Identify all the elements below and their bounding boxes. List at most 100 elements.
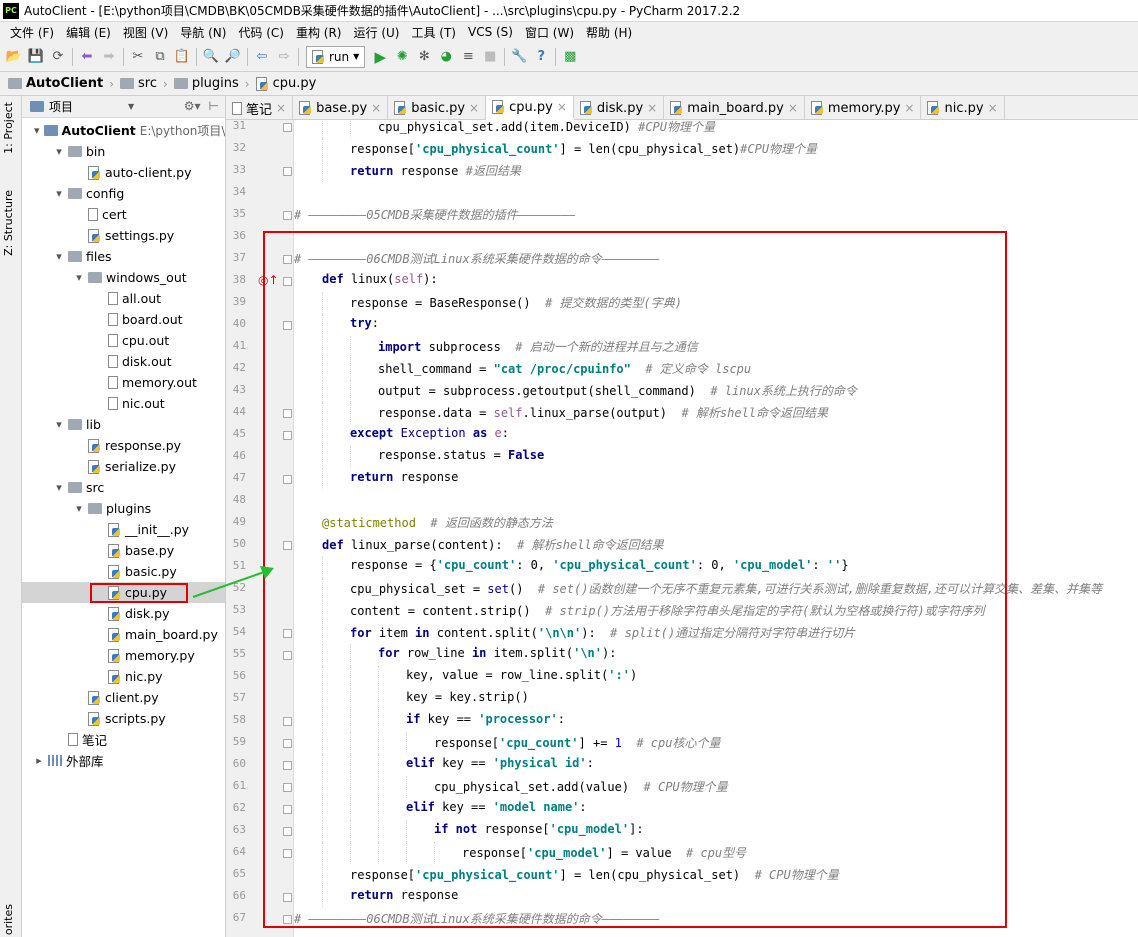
- fold-marker-icon[interactable]: [283, 409, 292, 418]
- editor-tab[interactable]: 笔记 ×: [226, 96, 294, 120]
- tree-item[interactable]: 笔记: [22, 729, 225, 750]
- tree-item[interactable]: ▾ AutoClient E:\python项目\C: [22, 120, 225, 141]
- tree-item[interactable]: ▾ windows_out: [22, 267, 225, 288]
- plugin-icon[interactable]: ▩: [559, 46, 581, 68]
- menu-item[interactable]: 窗口 (W): [519, 24, 580, 41]
- save-icon[interactable]: 💾: [25, 46, 47, 68]
- tree-item[interactable]: cpu.out: [22, 330, 225, 351]
- fold-marker-icon[interactable]: [283, 431, 292, 440]
- chevron-down-icon[interactable]: ▾: [54, 187, 64, 200]
- tree-item[interactable]: ▾ lib: [22, 414, 225, 435]
- menu-item[interactable]: VCS (S): [462, 25, 519, 39]
- chevron-down-icon[interactable]: ▾: [74, 502, 84, 515]
- forward-icon[interactable]: ⇨: [273, 46, 295, 68]
- breadcrumb-item-autoclient[interactable]: AutoClient: [8, 76, 109, 91]
- fold-marker-icon[interactable]: [283, 255, 292, 264]
- gear-icon[interactable]: ⚙▾: [184, 99, 201, 113]
- tree-item[interactable]: nic.py: [22, 666, 225, 687]
- menu-item[interactable]: 导航 (N): [174, 24, 232, 41]
- breadcrumb-item-cpu[interactable]: cpu.py: [255, 76, 323, 91]
- menu-item[interactable]: 运行 (U): [348, 24, 406, 41]
- override-marker-icon[interactable]: ◎↑: [258, 273, 279, 287]
- run-icon[interactable]: ▶: [369, 46, 391, 68]
- menu-item[interactable]: 视图 (V): [117, 24, 174, 41]
- tree-item[interactable]: ▾ bin: [22, 141, 225, 162]
- coverage-icon[interactable]: ✻: [413, 46, 435, 68]
- breadcrumb-item-plugins[interactable]: plugins: [173, 76, 245, 91]
- fold-marker-icon[interactable]: [283, 651, 292, 660]
- tree-item[interactable]: response.py: [22, 435, 225, 456]
- tree-item[interactable]: ▾ files: [22, 246, 225, 267]
- close-icon[interactable]: ×: [371, 101, 381, 115]
- chevron-right-icon[interactable]: ▸: [34, 754, 44, 767]
- close-icon[interactable]: ×: [557, 100, 567, 114]
- fold-marker-icon[interactable]: [283, 629, 292, 638]
- tree-item[interactable]: disk.out: [22, 351, 225, 372]
- tree-item[interactable]: memory.out: [22, 372, 225, 393]
- concurrency-icon[interactable]: ≡: [457, 46, 479, 68]
- sync-icon[interactable]: ⟳: [47, 46, 69, 68]
- redo-icon[interactable]: ➡: [98, 46, 120, 68]
- tree-item[interactable]: all.out: [22, 288, 225, 309]
- close-icon[interactable]: ×: [276, 101, 286, 115]
- chevron-down-icon[interactable]: ▾: [34, 124, 40, 137]
- tree-item[interactable]: ▾ plugins: [22, 498, 225, 519]
- profile-icon[interactable]: ◕: [435, 46, 457, 68]
- tree-item[interactable]: ▾ config: [22, 183, 225, 204]
- chevron-down-icon[interactable]: ▾: [54, 418, 64, 431]
- tree-item[interactable]: cert: [22, 204, 225, 225]
- tree-item[interactable]: main_board.py: [22, 624, 225, 645]
- tree-item[interactable]: serialize.py: [22, 456, 225, 477]
- copy-icon[interactable]: ⧉: [149, 46, 171, 68]
- back-icon[interactable]: ⇦: [251, 46, 273, 68]
- chevron-down-icon[interactable]: ▾: [54, 145, 64, 158]
- tool-tab-project[interactable]: 1: Project: [2, 102, 15, 154]
- tree-item[interactable]: disk.py: [22, 603, 225, 624]
- debug-icon[interactable]: ✺: [391, 46, 413, 68]
- menu-item[interactable]: 代码 (C): [232, 24, 290, 41]
- tree-item[interactable]: __init__.py: [22, 519, 225, 540]
- fold-marker-icon[interactable]: [283, 827, 292, 836]
- chevron-down-icon[interactable]: ▾: [54, 250, 64, 263]
- menu-item[interactable]: 重构 (R): [290, 24, 348, 41]
- close-icon[interactable]: ×: [904, 101, 914, 115]
- code-editor[interactable]: 31 32 33 34 35 36 37 38 39 40 41 42 43 44 45 46 47 48 49 50…: [226, 120, 1138, 937]
- close-icon[interactable]: ×: [988, 101, 998, 115]
- editor-tab[interactable]: basic.py ×: [388, 96, 487, 120]
- menu-item[interactable]: 帮助 (H): [580, 24, 638, 41]
- tree-item[interactable]: client.py: [22, 687, 225, 708]
- fold-marker-icon[interactable]: [283, 717, 292, 726]
- tree-item[interactable]: ▸ 外部库: [22, 750, 225, 771]
- menu-item[interactable]: 文件 (F): [4, 24, 60, 41]
- tool-tab-favorites[interactable]: orites: [2, 904, 15, 935]
- breadcrumb-item-src[interactable]: src: [120, 76, 163, 91]
- tree-item[interactable]: nic.out: [22, 393, 225, 414]
- fold-marker-icon[interactable]: [283, 277, 292, 286]
- fold-marker-icon[interactable]: [283, 541, 292, 550]
- close-icon[interactable]: ×: [788, 101, 798, 115]
- editor-tab[interactable]: base.py ×: [293, 96, 389, 120]
- fold-marker-icon[interactable]: [283, 915, 292, 924]
- help-icon[interactable]: ?: [530, 46, 552, 68]
- fold-marker-icon[interactable]: [283, 761, 292, 770]
- fold-marker-icon[interactable]: [283, 475, 292, 484]
- fold-marker-icon[interactable]: [283, 893, 292, 902]
- menu-item[interactable]: 编辑 (E): [60, 24, 117, 41]
- tool-tab-structure[interactable]: Z: Structure: [2, 190, 15, 256]
- paste-icon[interactable]: 📋: [171, 46, 193, 68]
- fold-marker-icon[interactable]: [283, 739, 292, 748]
- editor-tab[interactable]: memory.py ×: [805, 96, 922, 120]
- tree-item[interactable]: memory.py: [22, 645, 225, 666]
- fold-marker-icon[interactable]: [283, 849, 292, 858]
- close-icon[interactable]: ×: [647, 101, 657, 115]
- tree-item[interactable]: board.out: [22, 309, 225, 330]
- editor-tab[interactable]: main_board.py ×: [664, 96, 805, 120]
- chevron-down-icon[interactable]: ▾: [54, 481, 64, 494]
- tree-item[interactable]: basic.py: [22, 561, 225, 582]
- collapse-icon[interactable]: ⊢: [209, 99, 219, 113]
- undo-icon[interactable]: ⬅: [76, 46, 98, 68]
- tree-item[interactable]: base.py: [22, 540, 225, 561]
- editor-tab[interactable]: cpu.py ×: [486, 96, 574, 120]
- chevron-down-icon[interactable]: ▾: [74, 271, 84, 284]
- replace-icon[interactable]: 🔎: [222, 46, 244, 68]
